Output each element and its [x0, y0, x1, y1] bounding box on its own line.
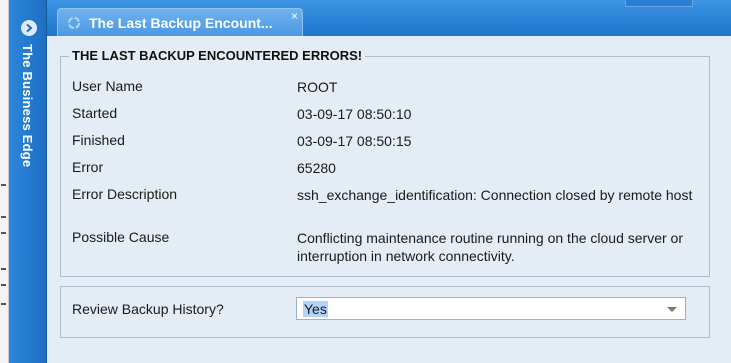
detail-value: 65280 [297, 160, 336, 176]
error-details-group: THE LAST BACKUP ENCOUNTERED ERRORS! User… [60, 48, 710, 277]
review-history-group: Review Backup History? Yes [60, 286, 710, 338]
detail-value: 03-09-17 08:50:15 [297, 133, 412, 149]
detail-label: Started [72, 105, 118, 121]
background-text-fragment [1, 232, 6, 234]
select-value: Yes [303, 301, 328, 317]
chevron-down-icon[interactable] [667, 307, 677, 312]
detail-label: Error Description [72, 186, 178, 202]
tab-last-backup[interactable]: The Last Backup Encount... × [57, 8, 303, 36]
backup-error-panel: THE LAST BACKUP ENCOUNTERED ERRORS! User… [47, 36, 731, 363]
close-icon[interactable]: × [291, 10, 298, 22]
detail-value: ssh_exchange_identification: Connection … [297, 187, 693, 203]
detail-value: 03-09-17 08:50:10 [297, 106, 412, 122]
business-edge-sidebar: The Business Edge [9, 0, 47, 363]
tab-title: The Last Backup Encount... [89, 14, 273, 31]
background-text-fragment [1, 303, 6, 305]
detail-label: Error [72, 159, 104, 175]
review-history-label: Review Backup History? [72, 301, 224, 317]
group-heading: THE LAST BACKUP ENCOUNTERED ERRORS! [69, 48, 366, 63]
tab-bar: The Last Backup Encount... × [47, 0, 731, 36]
sidebar-title[interactable]: The Business Edge [20, 44, 35, 167]
detail-value: ROOT [297, 79, 338, 95]
detail-label: Finished [72, 132, 125, 148]
refresh-icon [67, 16, 81, 30]
detail-label: Possible Cause [72, 229, 170, 245]
background-text-fragment [1, 184, 6, 186]
background-text-fragment [1, 284, 6, 286]
detail-label: User Name [72, 78, 143, 94]
detail-value: Conflicting maintenance routine running … [297, 230, 684, 264]
background-text-fragment [1, 216, 6, 218]
review-history-select[interactable]: Yes [296, 297, 686, 320]
tab-bar-handle [625, 0, 693, 7]
background-window-edge [0, 0, 9, 363]
background-text-fragment [1, 268, 6, 270]
chevron-right-icon[interactable] [21, 20, 37, 36]
